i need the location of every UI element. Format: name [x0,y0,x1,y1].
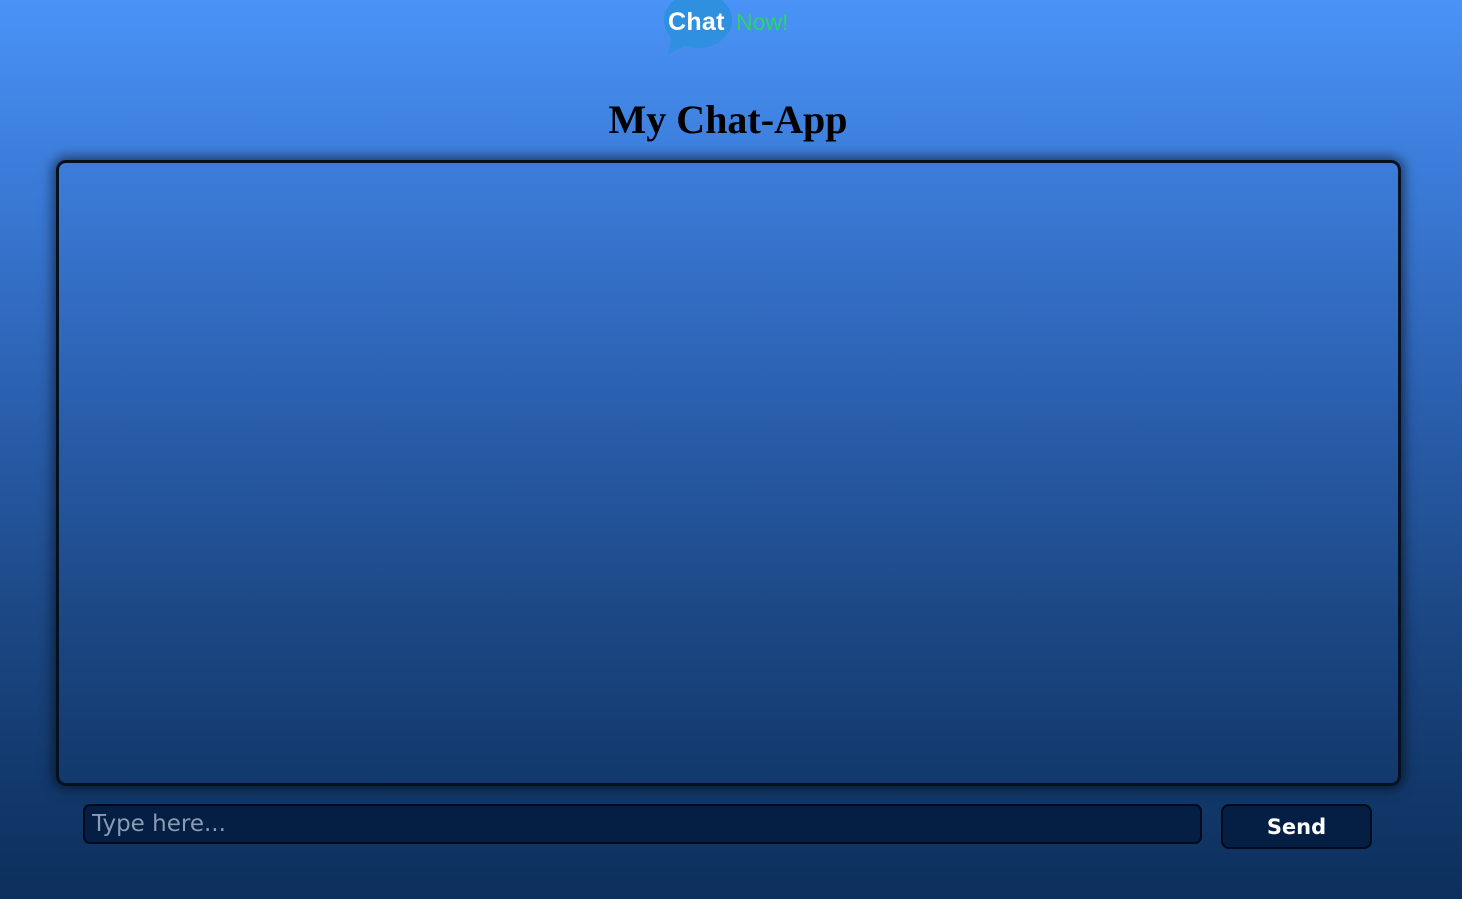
logo-text-now: Now! [736,9,789,35]
logo-text-chat: Chat [668,8,725,36]
chat-messages-area[interactable] [56,160,1401,786]
send-button[interactable]: Send [1221,804,1372,849]
message-input[interactable] [83,804,1202,844]
page-title: My Chat-App [608,97,848,142]
chat-now-logo: Chat Now! [660,0,805,60]
